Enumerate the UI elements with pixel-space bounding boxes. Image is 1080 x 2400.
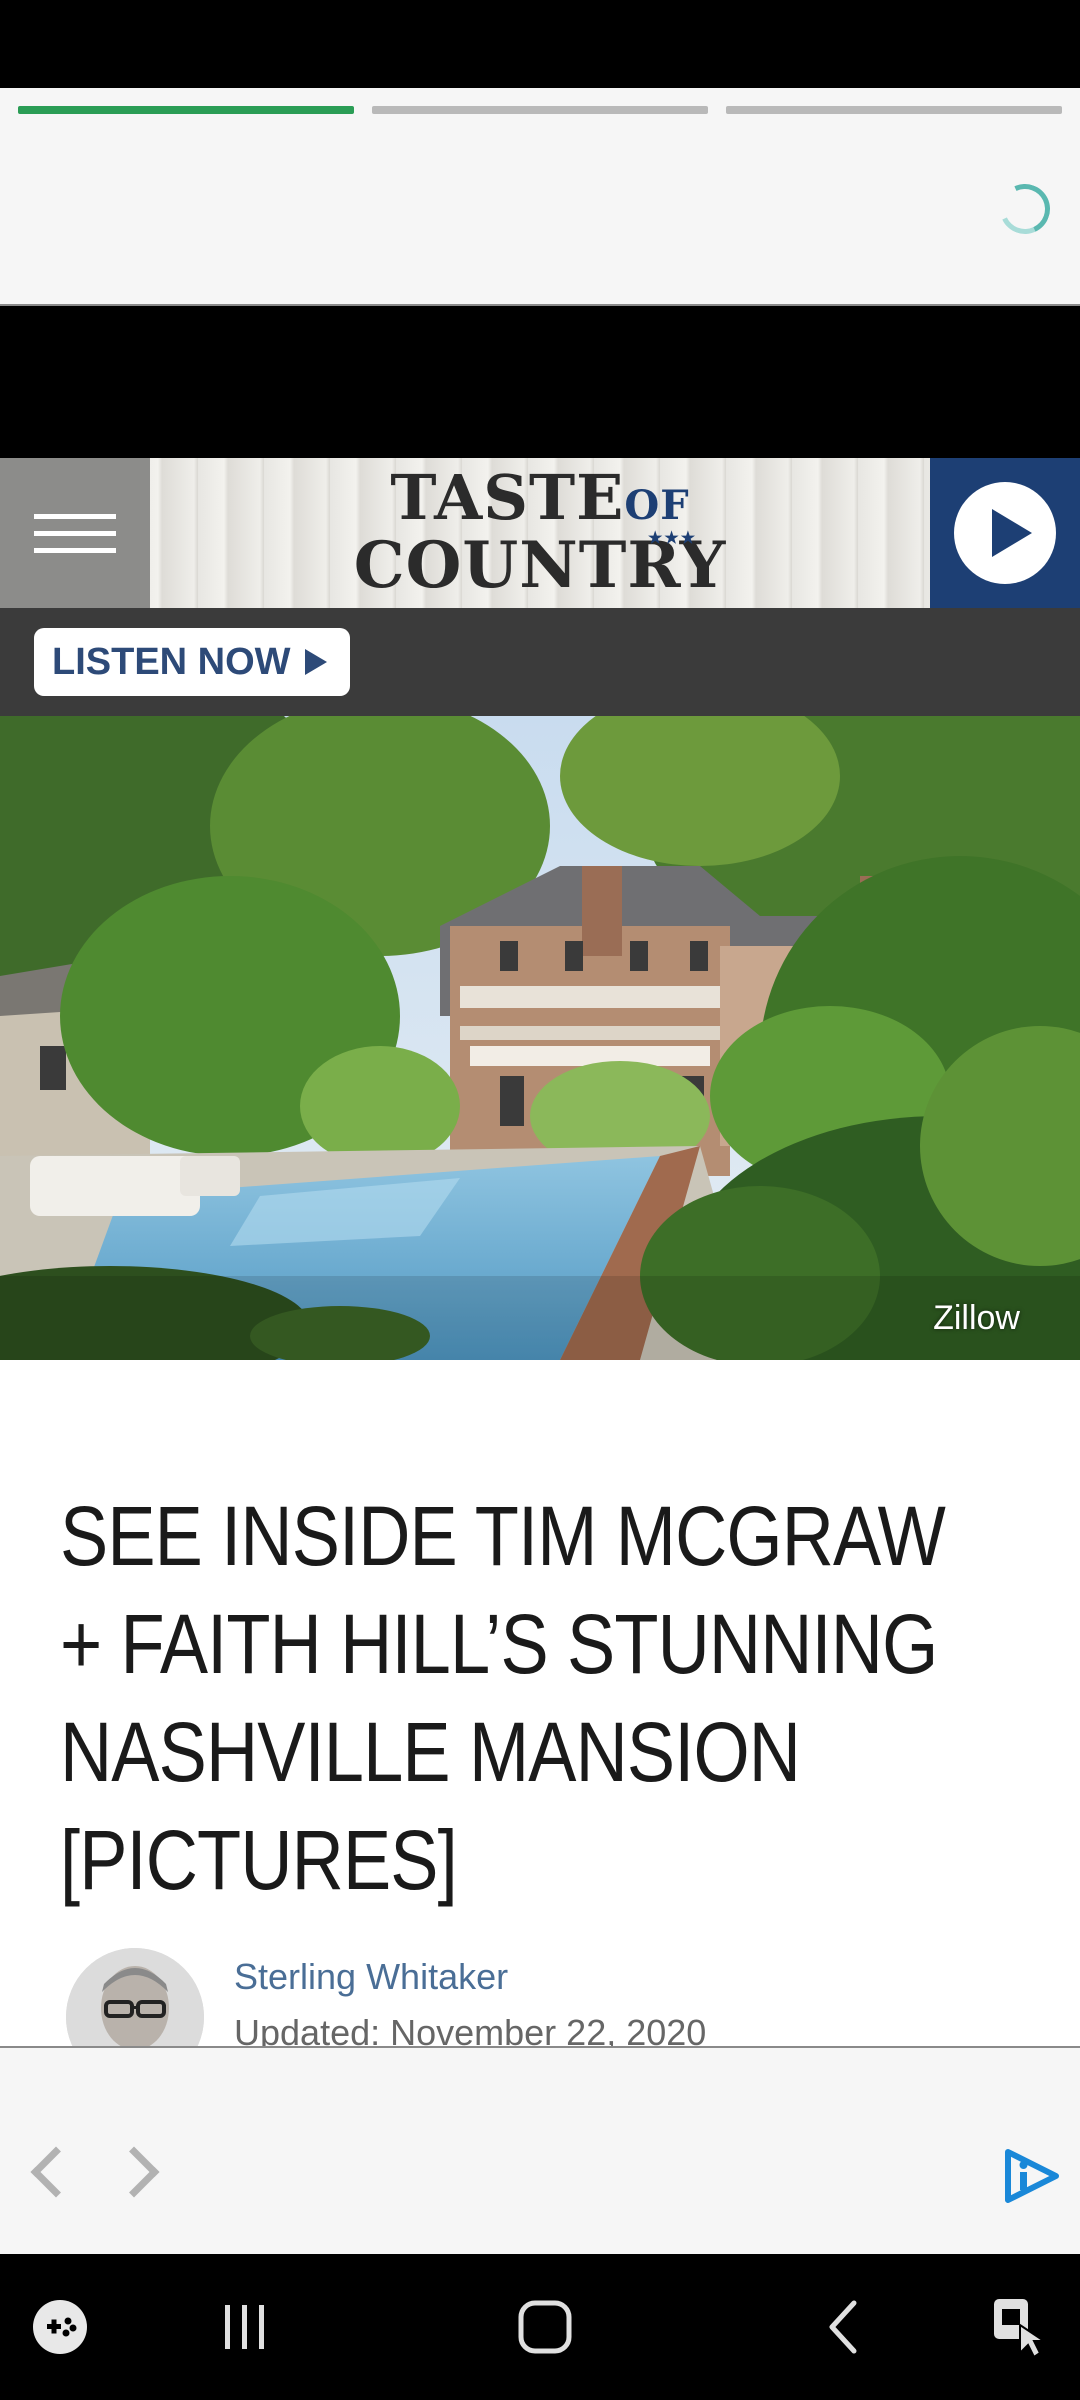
listen-now-button[interactable]: LISTEN NOW — [34, 628, 350, 696]
logo-line-1: TASTEOF — [390, 461, 690, 534]
status-bar — [0, 0, 1080, 88]
play-stream-button[interactable] — [930, 458, 1080, 608]
story-progress-header — [0, 88, 1080, 306]
loading-spinner-icon — [992, 176, 1058, 242]
listen-bar: LISTEN NOW — [0, 608, 1080, 716]
article-headline: SEE INSIDE TIM MCGRAW + FAITH HILL’S STU… — [60, 1482, 946, 1914]
author-avatar[interactable] — [66, 1948, 204, 2046]
story-navigation — [0, 2046, 1080, 2254]
chevron-left-icon[interactable] — [30, 2146, 82, 2198]
accessibility-icon[interactable] — [980, 2254, 1060, 2400]
photo-credit: Zillow — [933, 1299, 1020, 1337]
play-arrow-icon — [304, 649, 327, 675]
adchoices-icon[interactable] — [1000, 2146, 1064, 2206]
headline-line: + FAITH HILL’S STUNNING — [60, 1597, 938, 1691]
author-photo — [66, 1948, 204, 2046]
article-header: SEE INSIDE TIM MCGRAW + FAITH HILL’S STU… — [0, 1360, 1080, 2046]
ad-space — [0, 306, 1080, 458]
listen-now-label: LISTEN NOW — [52, 640, 291, 683]
logo-stars: ★★★ — [648, 528, 698, 547]
site-logo[interactable]: TASTEOF ★★★ COUNTRY — [330, 461, 750, 598]
headline-line: [PICTURES] — [60, 1813, 458, 1907]
system-navigation-bar — [0, 2254, 1080, 2400]
recents-icon[interactable] — [200, 2254, 290, 2400]
back-icon[interactable] — [800, 2254, 890, 2400]
play-icon — [954, 482, 1056, 584]
chevron-right-icon[interactable] — [108, 2146, 160, 2198]
progress-segment-1 — [18, 106, 354, 114]
updated-date: Updated: November 22, 2020 — [234, 2012, 707, 2046]
site-header: TASTEOF ★★★ COUNTRY — [0, 458, 1080, 608]
menu-line-icon — [34, 547, 116, 553]
progress-segment-3 — [726, 106, 1062, 114]
author-name-link[interactable]: Sterling Whitaker — [234, 1956, 508, 1998]
hamburger-menu-button[interactable] — [0, 458, 150, 608]
headline-line: SEE INSIDE TIM MCGRAW — [60, 1489, 946, 1583]
headline-line: NASHVILLE MANSION — [60, 1705, 801, 1799]
story-progress-bar — [18, 106, 1062, 114]
mansion-photo — [0, 716, 1080, 1360]
menu-line-icon — [34, 530, 116, 536]
game-launcher-icon[interactable] — [20, 2254, 100, 2400]
progress-segment-2 — [372, 106, 708, 114]
byline: Sterling Whitaker Updated: November 22, … — [66, 1948, 1026, 2046]
menu-line-icon — [34, 513, 116, 519]
hero-image[interactable]: Zillow — [0, 716, 1080, 1360]
home-icon[interactable] — [500, 2254, 590, 2400]
